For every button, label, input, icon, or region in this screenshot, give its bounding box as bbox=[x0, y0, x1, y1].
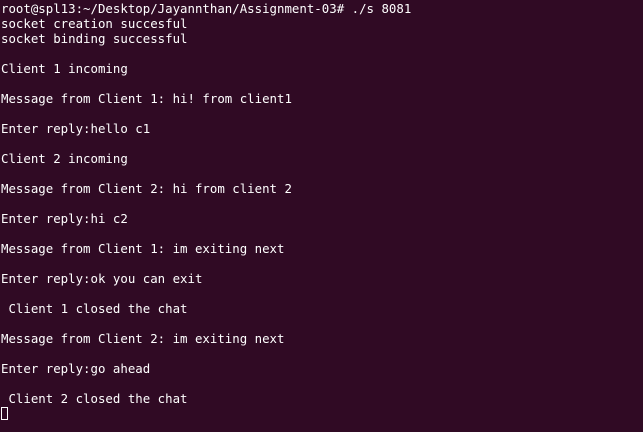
terminal-line: Message from Client 2: hi from client 2 bbox=[1, 181, 292, 196]
terminal-line: Enter reply:hello c1 bbox=[1, 121, 151, 136]
terminal-line: Enter reply:go ahead bbox=[1, 361, 151, 376]
terminal-line: Message from Client 2: im exiting next bbox=[1, 331, 285, 346]
terminal-line: Message from Client 1: im exiting next bbox=[1, 241, 285, 256]
terminal-line: Client 1 incoming bbox=[1, 61, 128, 76]
text-cursor[interactable] bbox=[1, 407, 8, 420]
terminal-line: socket binding successful bbox=[1, 31, 188, 46]
terminal-line: Client 1 closed the chat bbox=[1, 301, 188, 316]
terminal-line: Client 2 incoming bbox=[1, 151, 128, 166]
terminal-line: Enter reply:hi c2 bbox=[1, 211, 128, 226]
terminal-cursor-line bbox=[1, 406, 643, 421]
terminal-line: root@spl13:~/Desktop/Jayannthan/Assignme… bbox=[1, 1, 412, 16]
terminal-line: socket creation succesful bbox=[1, 16, 188, 31]
terminal-line: Client 2 closed the chat bbox=[1, 391, 188, 406]
terminal-line: Message from Client 1: hi! from client1 bbox=[1, 91, 292, 106]
terminal-window[interactable]: root@spl13:~/Desktop/Jayannthan/Assignme… bbox=[0, 0, 643, 432]
terminal-line: Enter reply:ok you can exit bbox=[1, 271, 203, 286]
